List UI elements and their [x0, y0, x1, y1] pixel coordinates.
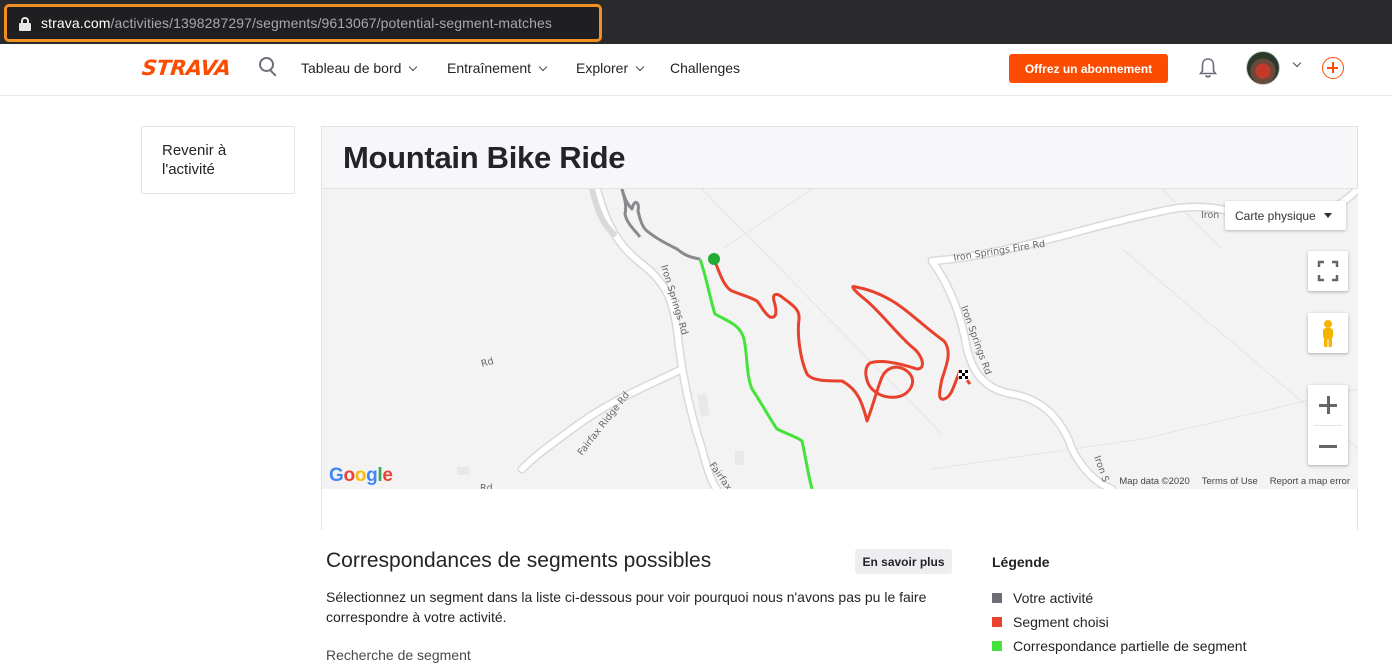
map-type-label: Carte physique — [1235, 208, 1316, 223]
finish-flag-icon[interactable] — [958, 369, 970, 381]
legend-label: Votre activité — [1013, 590, 1094, 606]
legend-title: Légende — [992, 554, 1050, 570]
pegman-icon — [1323, 320, 1333, 347]
nav-challenges[interactable]: Challenges — [670, 60, 740, 76]
legend-item-partial-match: Correspondance partielle de segment — [992, 638, 1246, 654]
segment-start-marker[interactable] — [708, 253, 720, 265]
road-label-iron-ne: Iron — [1201, 210, 1219, 221]
terms-of-use-link[interactable]: Terms of Use — [1202, 476, 1258, 487]
url-host: strava.com — [41, 15, 111, 31]
zoom-in-button[interactable] — [1308, 385, 1348, 425]
page-title: Mountain Bike Ride — [343, 139, 626, 175]
url-path: /activities/1398287297/segments/9613067/… — [110, 15, 553, 31]
bell-icon[interactable] — [1199, 57, 1217, 79]
zoom-out-button[interactable] — [1308, 426, 1348, 465]
legend-label: Segment choisi — [1013, 614, 1109, 630]
matches-description: Sélectionnez un segment dans la liste ci… — [326, 589, 927, 625]
chevron-down-icon — [635, 62, 645, 71]
chevron-down-icon — [409, 62, 418, 71]
google-logo[interactable]: Google — [329, 465, 393, 487]
legend-swatch — [992, 617, 1002, 627]
segment-search-label: Recherche de segment — [326, 647, 471, 663]
legend-swatch — [992, 641, 1002, 651]
nav-explore[interactable]: Explorer — [576, 60, 645, 76]
legend-item-selected-segment: Segment choisi — [992, 614, 1109, 630]
activity-panel: Mountain Bike Ride Iron Springs Fire Rd … — [321, 126, 1358, 530]
nav-challenges-label: Challenges — [670, 60, 741, 76]
segment-map[interactable]: Iron Springs Fire Rd Iron Springs Rd Iro… — [322, 189, 1358, 489]
search-icon[interactable] — [259, 57, 279, 77]
avatar[interactable] — [1246, 51, 1280, 85]
legend-item-activity: Votre activité — [992, 590, 1093, 606]
map-canvas: Iron Springs Fire Rd Iron Springs Rd Iro… — [457, 189, 1358, 489]
fullscreen-button[interactable] — [1308, 251, 1348, 291]
legend-swatch — [992, 593, 1002, 603]
subscribe-button[interactable]: Offrez un abonnement — [1009, 54, 1168, 83]
nav-dashboard[interactable]: Tableau de bord — [301, 60, 418, 76]
nav-explore-label: Explorer — [576, 60, 629, 76]
road-label-rd-mid: Rd — [480, 356, 495, 370]
map-type-dropdown[interactable]: Carte physique — [1225, 201, 1346, 230]
caret-down-icon — [1323, 213, 1332, 218]
panel-header: Mountain Bike Ride — [322, 127, 1357, 189]
legend-label: Correspondance partielle de segment — [1013, 638, 1247, 654]
chevron-down-icon — [538, 62, 548, 71]
nav-dashboard-label: Tableau de bord — [301, 60, 402, 76]
matches-title: Correspondances de segments possibles — [326, 549, 712, 572]
road-label-iron-springs-fire: Iron Springs Fire Rd — [953, 239, 1046, 264]
strava-logo[interactable]: STRAVA — [141, 56, 232, 80]
chevron-down-icon[interactable] — [1292, 58, 1302, 68]
map-data-credit: Map data ©2020 — [1119, 476, 1190, 487]
street-view-button[interactable] — [1308, 313, 1348, 353]
road-label-rd-w: Rd — [480, 483, 493, 489]
map-attribution: Map data ©2020 Terms of Use Report a map… — [1119, 476, 1350, 487]
nav-training[interactable]: Entraînement — [447, 60, 548, 76]
learn-more-button[interactable]: En savoir plus — [855, 549, 952, 574]
url-field[interactable]: strava.com/activities/1398287297/segment… — [4, 4, 602, 42]
zoom-controls — [1308, 385, 1348, 465]
nav-training-label: Entraînement — [447, 60, 532, 76]
report-map-error-link[interactable]: Report a map error — [1270, 476, 1350, 487]
top-navigation: STRAVA Tableau de bord Entraînement Expl… — [0, 44, 1392, 96]
fullscreen-icon — [1317, 260, 1339, 282]
browser-address-bar: strava.com/activities/1398287297/segment… — [0, 0, 1392, 44]
back-to-activity-link[interactable]: Revenir à l'activité — [141, 126, 295, 194]
lock-icon — [19, 16, 31, 31]
add-activity-icon[interactable] — [1322, 57, 1344, 79]
